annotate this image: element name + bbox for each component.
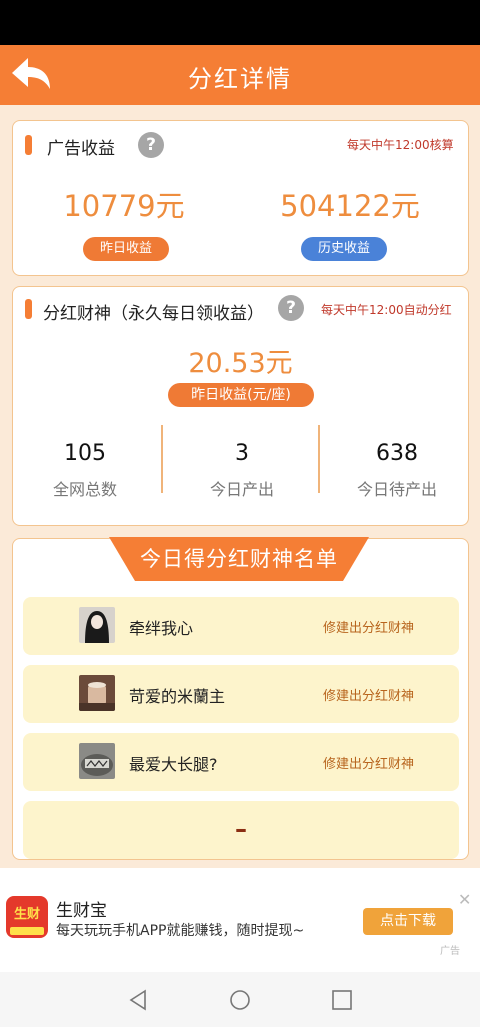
ad-tag: 广告 [440,946,460,957]
divider [318,425,320,493]
dividend-card: 分红财神（永久每日领收益） ? 每天中午12:00自动分红 20.53元 昨日收… [12,286,469,526]
section-marker [25,299,32,319]
stat-today-output: 3 今日产出 [167,441,317,500]
list-item-name: 牵绊我心 [129,619,194,638]
history-income-button[interactable]: 历史收益 [301,237,387,261]
list-item[interactable]: 最爱大长腿? 修建出分红财神 [23,733,459,791]
list-item-empty: – [23,801,459,859]
stat-value: 3 [235,441,249,466]
yesterday-income-button[interactable]: 昨日收益 [83,237,169,261]
dividend-value: 20.53元 [188,348,293,379]
list-banner: 今日得分红财神名单 [109,537,369,581]
yesterday-income-value: 10779元 [63,189,185,223]
help-icon[interactable]: ? [278,295,304,321]
help-icon[interactable]: ? [138,132,164,158]
status-bar [0,0,480,45]
stat-pending-output: 638 今日待产出 [322,441,472,500]
ad-description: 每天玩玩手机APP就能赚钱，随时提现~ [56,923,305,939]
system-nav-bar [0,972,480,1027]
ad-income-note: 每天中午12:00核算 [347,138,454,152]
stat-label: 今日待产出 [356,480,437,499]
app-logo-text: 生财 [13,907,40,922]
stat-value: 638 [376,441,418,466]
list-item-name: 最爱大长腿? [129,755,218,774]
header-bar: 分红详情 [0,45,480,105]
history-income-value: 504122元 [280,189,420,223]
app-logo: 生财 [6,896,48,938]
ad-banner[interactable]: 生财 生财宝 每天玩玩手机APP就能赚钱，随时提现~ 点击下载 ✕ 广告 [0,868,480,972]
list-item[interactable]: 苛爱的米蘭主 修建出分红财神 [23,665,459,723]
section-marker [25,135,32,155]
list-item-action: 修建出分红财神 [323,689,415,704]
avatar [79,607,115,643]
list-item[interactable]: 牵绊我心 修建出分红财神 [23,597,459,655]
page-title: 分红详情 [188,65,292,93]
list-item-action: 修建出分红财神 [323,621,415,636]
dividend-note: 每天中午12:00自动分红 [321,303,452,317]
recents-square-icon[interactable] [331,989,353,1011]
winners-list-card: 今日得分红财神名单 牵绊我心 修建出分红财神 苛爱的米蘭主 修建出分红财神 最爱… [12,537,469,860]
ad-income-title: 广告收益 [47,139,115,159]
back-triangle-icon[interactable] [127,989,149,1011]
stat-label: 全网总数 [52,480,117,499]
close-icon[interactable]: ✕ [458,890,471,909]
dividend-title: 分红财神（永久每日领收益） [43,304,264,324]
dividend-yesterday-button[interactable]: 昨日收益(元/座) [168,383,314,407]
stat-value: 105 [64,441,106,466]
list-item-name: 苛爱的米蘭主 [129,687,226,706]
avatar [79,743,115,779]
divider [161,425,163,493]
stat-label: 今日产出 [209,480,274,499]
logo-strip [10,927,44,935]
stat-total: 105 全网总数 [10,441,160,500]
home-circle-icon[interactable] [229,989,251,1011]
empty-placeholder: – [235,815,247,843]
download-button[interactable]: 点击下载 [363,908,453,935]
avatar [79,675,115,711]
ad-title: 生财宝 [56,901,107,921]
ad-income-card: 广告收益 ? 每天中午12:00核算 10779元 504122元 昨日收益 历… [12,120,469,276]
list-item-action: 修建出分红财神 [323,757,415,772]
